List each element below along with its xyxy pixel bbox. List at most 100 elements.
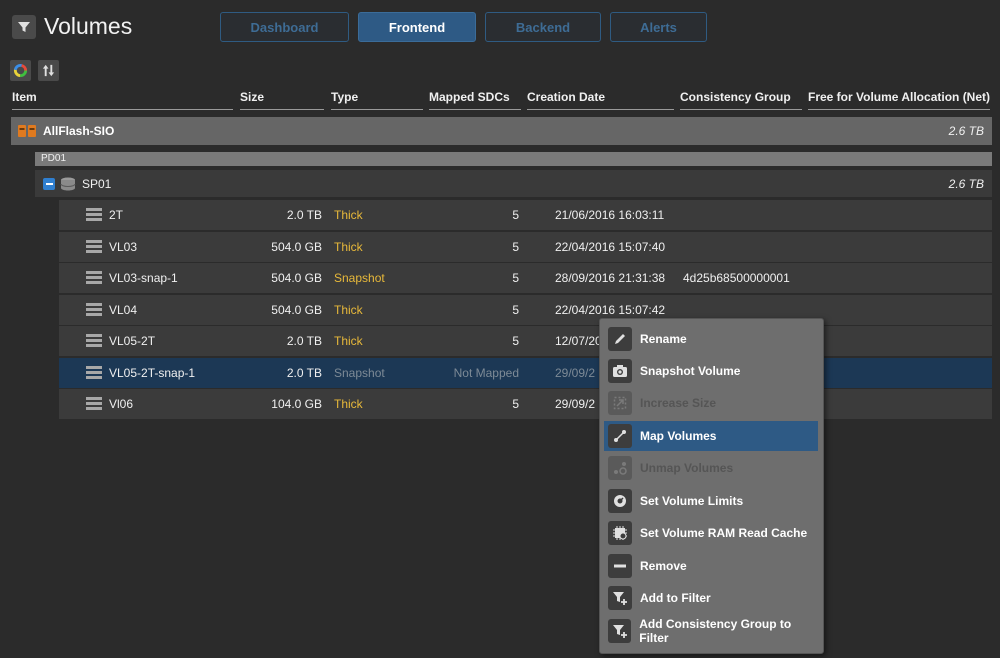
column-header-item[interactable]: Item bbox=[12, 90, 233, 110]
system-free: 2.6 TB bbox=[948, 124, 984, 138]
volume-mapped-sdcs: 5 bbox=[512, 334, 519, 348]
volume-name: VL03 bbox=[109, 240, 138, 254]
volume-mapped-sdcs: 5 bbox=[512, 208, 519, 222]
volume-icon bbox=[86, 271, 102, 284]
menu-item-rename[interactable]: Rename bbox=[604, 324, 818, 354]
volume-icon bbox=[86, 334, 102, 347]
tab-alerts[interactable]: Alerts bbox=[610, 12, 707, 42]
system-icon bbox=[18, 125, 36, 137]
refresh-icon bbox=[13, 63, 28, 78]
tab-backend[interactable]: Backend bbox=[485, 12, 601, 42]
volume-creation-date: 29/09/2 bbox=[555, 397, 596, 411]
volume-size: 2.0 TB bbox=[286, 334, 322, 348]
menu-item-snapshot-volume[interactable]: Snapshot Volume bbox=[604, 356, 818, 386]
column-header-free-allocation[interactable]: Free for Volume Allocation (Net) bbox=[808, 90, 990, 110]
volume-name: 2T bbox=[109, 208, 124, 222]
volume-icon bbox=[86, 303, 102, 316]
menu-item-map-volumes[interactable]: Map Volumes bbox=[604, 421, 818, 451]
volume-name: VL03-snap-1 bbox=[109, 271, 178, 285]
volume-row[interactable]: VL05-2T 2.0 TB Thick 5 12/07/20 bbox=[59, 326, 992, 356]
volume-size: 504.0 GB bbox=[271, 303, 322, 317]
volume-type: Thick bbox=[334, 208, 363, 222]
volume-type: Thick bbox=[334, 397, 363, 411]
volume-creation-date: 29/09/2 bbox=[555, 366, 596, 380]
volume-mapped-sdcs: 5 bbox=[512, 397, 519, 411]
filter-add-icon bbox=[608, 619, 632, 643]
column-header-type[interactable]: Type bbox=[331, 90, 423, 110]
menu-item-label: Snapshot Volume bbox=[640, 364, 741, 378]
volume-row[interactable]: VL03-snap-1 504.0 GB Snapshot 5 28/09/20… bbox=[59, 263, 992, 293]
volume-row[interactable]: Vl06 104.0 GB Thick 5 29/09/2 bbox=[59, 389, 992, 419]
volume-mapped-sdcs: Not Mapped bbox=[453, 366, 519, 380]
volume-mapped-sdcs: 5 bbox=[512, 303, 519, 317]
menu-item-label: Add to Filter bbox=[640, 591, 711, 605]
pencil-icon bbox=[608, 327, 632, 351]
sort-button[interactable] bbox=[38, 60, 59, 81]
map-icon bbox=[608, 424, 632, 448]
menu-item-add-consistency-group-to-filter[interactable]: Add Consistency Group to Filter bbox=[604, 616, 818, 646]
volume-row[interactable]: 2T 2.0 TB Thick 5 21/06/2016 16:03:11 bbox=[59, 200, 992, 230]
menu-item-label: Increase Size bbox=[640, 396, 717, 410]
volume-name: VL05-2T bbox=[109, 334, 156, 348]
volume-size: 2.0 TB bbox=[286, 208, 322, 222]
volume-creation-date: 22/04/2016 15:07:40 bbox=[555, 240, 666, 254]
menu-item-increase-size[interactable]: Increase Size bbox=[604, 388, 818, 418]
filter-button[interactable] bbox=[12, 15, 36, 39]
volume-mapped-sdcs: 5 bbox=[512, 271, 519, 285]
volume-type: Snapshot bbox=[334, 366, 385, 380]
tab-dashboard[interactable]: Dashboard bbox=[220, 12, 349, 42]
column-header-consistency-group[interactable]: Consistency Group bbox=[680, 90, 802, 110]
chip-icon bbox=[608, 521, 632, 545]
column-header-size[interactable]: Size bbox=[240, 90, 324, 110]
volume-row[interactable]: VL03 504.0 GB Thick 5 22/04/2016 15:07:4… bbox=[59, 232, 992, 262]
unmap-icon bbox=[608, 456, 632, 480]
volume-icon bbox=[86, 240, 102, 253]
volume-consistency-group: 4d25b68500000001 bbox=[683, 271, 790, 285]
menu-item-label: Add Consistency Group to Filter bbox=[639, 617, 792, 645]
volume-type: Snapshot bbox=[334, 271, 385, 285]
menu-item-label: Unmap Volumes bbox=[640, 461, 734, 475]
filter-icon bbox=[18, 22, 30, 32]
system-row[interactable]: AllFlash-SIO 2.6 TB bbox=[11, 117, 992, 145]
storage-pool-row[interactable]: SP01 2.6 TB bbox=[35, 170, 992, 198]
menu-item-remove[interactable]: Remove bbox=[604, 551, 818, 581]
volume-name: VL05-2T-snap-1 bbox=[109, 366, 196, 380]
storage-pool-free: 2.6 TB bbox=[948, 176, 984, 191]
storage-pool-icon bbox=[60, 177, 76, 190]
volume-icon bbox=[86, 208, 102, 221]
menu-item-label: Set Volume RAM Read Cache bbox=[640, 526, 808, 540]
volume-mapped-sdcs: 5 bbox=[512, 240, 519, 254]
menu-item-label: Rename bbox=[640, 332, 687, 346]
minus-icon bbox=[608, 554, 632, 578]
sort-icon bbox=[42, 64, 55, 77]
protection-domain-row[interactable]: PD01 bbox=[35, 152, 992, 166]
volume-name: Vl06 bbox=[109, 397, 134, 411]
volume-size: 504.0 GB bbox=[271, 271, 322, 285]
menu-item-label: Remove bbox=[640, 559, 687, 573]
volume-row-selected[interactable]: VL05-2T-snap-1 2.0 TB Snapshot Not Mappe… bbox=[59, 358, 992, 388]
refresh-button[interactable] bbox=[10, 60, 31, 81]
menu-item-unmap-volumes[interactable]: Unmap Volumes bbox=[604, 453, 818, 483]
collapse-icon[interactable] bbox=[43, 177, 55, 190]
menu-item-label: Map Volumes bbox=[640, 429, 717, 443]
column-header-mapped-sdcs[interactable]: Mapped SDCs bbox=[429, 90, 521, 110]
volume-size: 504.0 GB bbox=[271, 240, 322, 254]
system-name: AllFlash-SIO bbox=[43, 124, 115, 138]
menu-item-label: Set Volume Limits bbox=[640, 494, 744, 508]
menu-item-set-volume-limits[interactable]: Set Volume Limits bbox=[604, 486, 818, 516]
tab-frontend[interactable]: Frontend bbox=[358, 12, 476, 42]
volume-row[interactable]: VL04 504.0 GB Thick 5 22/04/2016 15:07:4… bbox=[59, 295, 992, 325]
volume-creation-date: 28/09/2016 21:31:38 bbox=[555, 271, 666, 285]
menu-item-add-to-filter[interactable]: Add to Filter bbox=[604, 583, 818, 613]
menu-item-set-volume-ram-read-cache[interactable]: Set Volume RAM Read Cache bbox=[604, 518, 818, 548]
filter-add-icon bbox=[608, 586, 632, 610]
column-header-creation-date[interactable]: Creation Date bbox=[527, 90, 674, 110]
volume-creation-date: 22/04/2016 15:07:42 bbox=[555, 303, 666, 317]
volume-icon bbox=[86, 366, 102, 379]
volume-type: Thick bbox=[334, 303, 363, 317]
volume-type: Thick bbox=[334, 334, 363, 348]
volume-creation-date: 12/07/20 bbox=[555, 334, 602, 348]
volume-name: VL04 bbox=[109, 303, 138, 317]
volume-creation-date: 21/06/2016 16:03:11 bbox=[555, 208, 665, 222]
context-menu: Rename Snapshot Volume Increase Size Map… bbox=[599, 318, 824, 654]
